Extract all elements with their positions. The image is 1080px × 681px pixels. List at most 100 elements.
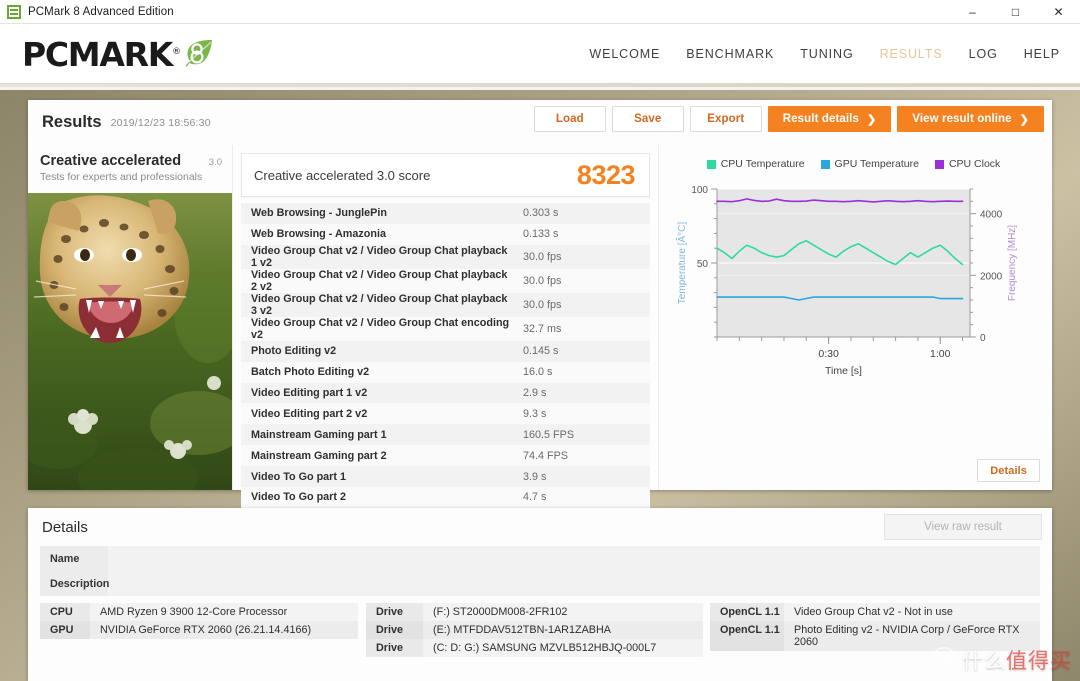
chart-legend: CPU Temperature GPU Temperature CPU Cloc…	[665, 153, 1042, 175]
result-value: 2.9 s	[523, 387, 547, 399]
result-value: 9.3 s	[523, 407, 547, 420]
legend-label-cpu-temperature: CPU Temperature	[720, 158, 805, 170]
result-detail-panel: Creative accelerated 3.0 score 8323 Web …	[233, 145, 1052, 529]
hardware-column-opencl: OpenCL 1.1 Video Group Chat v2 - Not in u…	[710, 603, 1040, 657]
field-key: Name	[40, 546, 108, 571]
svg-text:2000: 2000	[980, 271, 1003, 282]
hardware-body-2: Drive (F:) ST2000DM008-2FR102 Drive (E:) MT…	[366, 603, 703, 657]
result-name: Video Editing part 2 v2	[251, 407, 368, 420]
result-name: Video To Go part 1	[251, 470, 346, 483]
name-description-body: Name Description	[40, 546, 1040, 596]
table-row: Drive (C: D: G:) SAMSUNG MZVLB512HBJQ-000…	[366, 639, 703, 657]
hardware-key: CPU	[40, 603, 90, 621]
hardware-value: Photo Editing v2 - NVIDIA Corp / GeForce…	[784, 621, 1040, 651]
hardware-value: (C: D: G:) SAMSUNG MZVLB512HBJQ-000L7	[423, 639, 703, 657]
table-row: Drive (E:) MTFDDAV512TBN-1AR1ZABHA	[366, 621, 703, 639]
result-name: Batch Photo Editing v2	[251, 366, 370, 379]
chevron-right-icon: ❯	[1019, 113, 1029, 126]
hardware-value: Video Group Chat v2 - Not in use	[784, 603, 1040, 621]
result-value: 0.145 s	[523, 345, 559, 358]
table-row: Video Group Chat v2 / Video Group Chat e…	[241, 316, 650, 341]
table-row: Description	[40, 571, 1040, 596]
nav-help[interactable]: HELP	[1024, 47, 1060, 61]
table-row: Name	[40, 546, 1040, 571]
table-row: Mainstream Gaming part 1 160.5 FPS	[241, 424, 650, 446]
result-name: Photo Editing v2	[251, 345, 337, 358]
load-button[interactable]: Load	[533, 106, 606, 132]
result-name: Web Browsing - Amazonia	[251, 228, 386, 241]
table-row: GPU NVIDIA GeForce RTX 2060 (26.21.14.416…	[40, 621, 358, 639]
result-value: 160.5 FPS	[523, 428, 575, 441]
hardware-key: Drive	[366, 603, 423, 621]
table-row: Web Browsing - JunglePin 0.303 s	[241, 203, 650, 224]
hardware-column-drives: Drive (F:) ST2000DM008-2FR102 Drive (E:) MT…	[366, 603, 703, 657]
field-key: Description	[40, 571, 109, 596]
result-value: 0.303 s	[523, 207, 559, 220]
table-row: Photo Editing v2 0.145 s	[241, 340, 650, 362]
hardware-key: OpenCL 1.1	[710, 621, 784, 651]
minimize-icon[interactable]: –	[951, 0, 994, 24]
table-row: Video Group Chat v2 / Video Group Chat p…	[241, 268, 650, 293]
benchmark-name: Creative accelerated	[40, 153, 182, 169]
chart-details-button[interactable]: Details	[977, 459, 1040, 482]
close-icon[interactable]: ✕	[1037, 0, 1080, 24]
legend-item-cpu-clock: CPU Clock	[934, 158, 1000, 170]
table-row: Video Group Chat v2 / Video Group Chat p…	[241, 292, 650, 317]
view-result-online-label: View result online	[912, 113, 1012, 125]
chart-details-row: Details	[977, 459, 1040, 482]
table-row: Drive (F:) ST2000DM008-2FR102	[366, 603, 703, 621]
svg-text:Temperature [Â°C]: Temperature [Â°C]	[675, 222, 688, 305]
view-result-online-button[interactable]: View result online ❯	[897, 106, 1044, 132]
result-value: 4.7 s	[523, 491, 547, 504]
table-row: Video To Go part 1 3.9 s	[241, 466, 650, 488]
window-controls: – □ ✕	[951, 0, 1080, 24]
nav-log[interactable]: LOG	[969, 47, 998, 61]
table-row: CPU AMD Ryzen 9 3900 12-Core Processor	[40, 603, 358, 621]
result-name: Web Browsing - JunglePin	[251, 207, 387, 220]
nav-welcome[interactable]: WELCOME	[589, 47, 660, 61]
monitoring-chart: 50 100 0 2000 4000 0:30 1:00 Time [s] Temperatur…	[665, 175, 1042, 390]
pcmark-application-window: PCMark 8 Advanced Edition – □ ✕ PCMARK® …	[0, 0, 1080, 681]
nav-results[interactable]: RESULTS	[880, 47, 943, 61]
export-button[interactable]: Export	[689, 106, 762, 132]
table-row: Video Editing part 1 v2 2.9 s	[241, 382, 650, 404]
results-card-body: Creative accelerated 3.0 Tests for exper…	[28, 145, 1052, 529]
hardware-column-system: CPU AMD Ryzen 9 3900 12-Core Processor GPU…	[40, 603, 358, 657]
result-name: Video Group Chat v2 / Video Group Chat p…	[251, 268, 508, 293]
score-label: Creative accelerated 3.0 score	[254, 167, 431, 183]
pcmark-app-icon	[7, 4, 21, 19]
view-raw-result-button[interactable]: View raw result	[884, 514, 1042, 540]
result-value: 30.0 fps	[523, 274, 562, 287]
save-button[interactable]: Save	[611, 106, 684, 132]
benchmark-results-table: Web Browsing - JunglePin 0.303 s Web Brows…	[241, 203, 650, 529]
field-value	[108, 546, 1040, 571]
registered-mark-icon: ®	[171, 47, 181, 57]
header-divider	[0, 84, 1080, 87]
details-card-header: Details View raw result	[28, 508, 1052, 546]
nav-tuning[interactable]: TUNING	[800, 47, 853, 61]
legend-item-cpu-temperature: CPU Temperature	[706, 158, 805, 170]
svg-text:100: 100	[691, 185, 708, 196]
result-name: Mainstream Gaming part 2	[251, 449, 387, 462]
hardware-value: (E:) MTFDDAV512TBN-1AR1ZABHA	[423, 621, 703, 639]
result-details-label: Result details	[782, 113, 859, 125]
svg-text:Frequency [MHz]: Frequency [MHz]	[1007, 225, 1018, 301]
main-navigation: WELCOME BENCHMARK TUNING RESULTS LOG HEL…	[589, 47, 1060, 61]
result-details-button[interactable]: Result details ❯	[767, 106, 892, 132]
svg-text:0: 0	[980, 333, 986, 344]
results-action-bar: Load Save Export Result details ❯ View r…	[533, 106, 1044, 132]
maximize-icon[interactable]: □	[994, 0, 1037, 24]
legend-swatch-gpu-temperature	[820, 159, 830, 169]
svg-text:4000: 4000	[980, 210, 1003, 221]
chart-canvas: 50 100 0 2000 4000 0:30 1:00 Time [s] Temperatur…	[675, 185, 1018, 377]
name-description-table: Name Description	[40, 546, 1040, 596]
legend-swatch-cpu-clock	[934, 159, 944, 169]
nav-benchmark[interactable]: BENCHMARK	[686, 47, 774, 61]
result-value: 30.0 fps	[523, 250, 562, 263]
benchmark-version: 3.0	[208, 157, 222, 168]
svg-text:1:00: 1:00	[930, 348, 951, 360]
field-value	[108, 571, 1040, 596]
details-title: Details	[42, 518, 88, 536]
result-value: 74.4 FPS	[523, 449, 569, 462]
result-value: 32.7 ms	[523, 322, 562, 335]
